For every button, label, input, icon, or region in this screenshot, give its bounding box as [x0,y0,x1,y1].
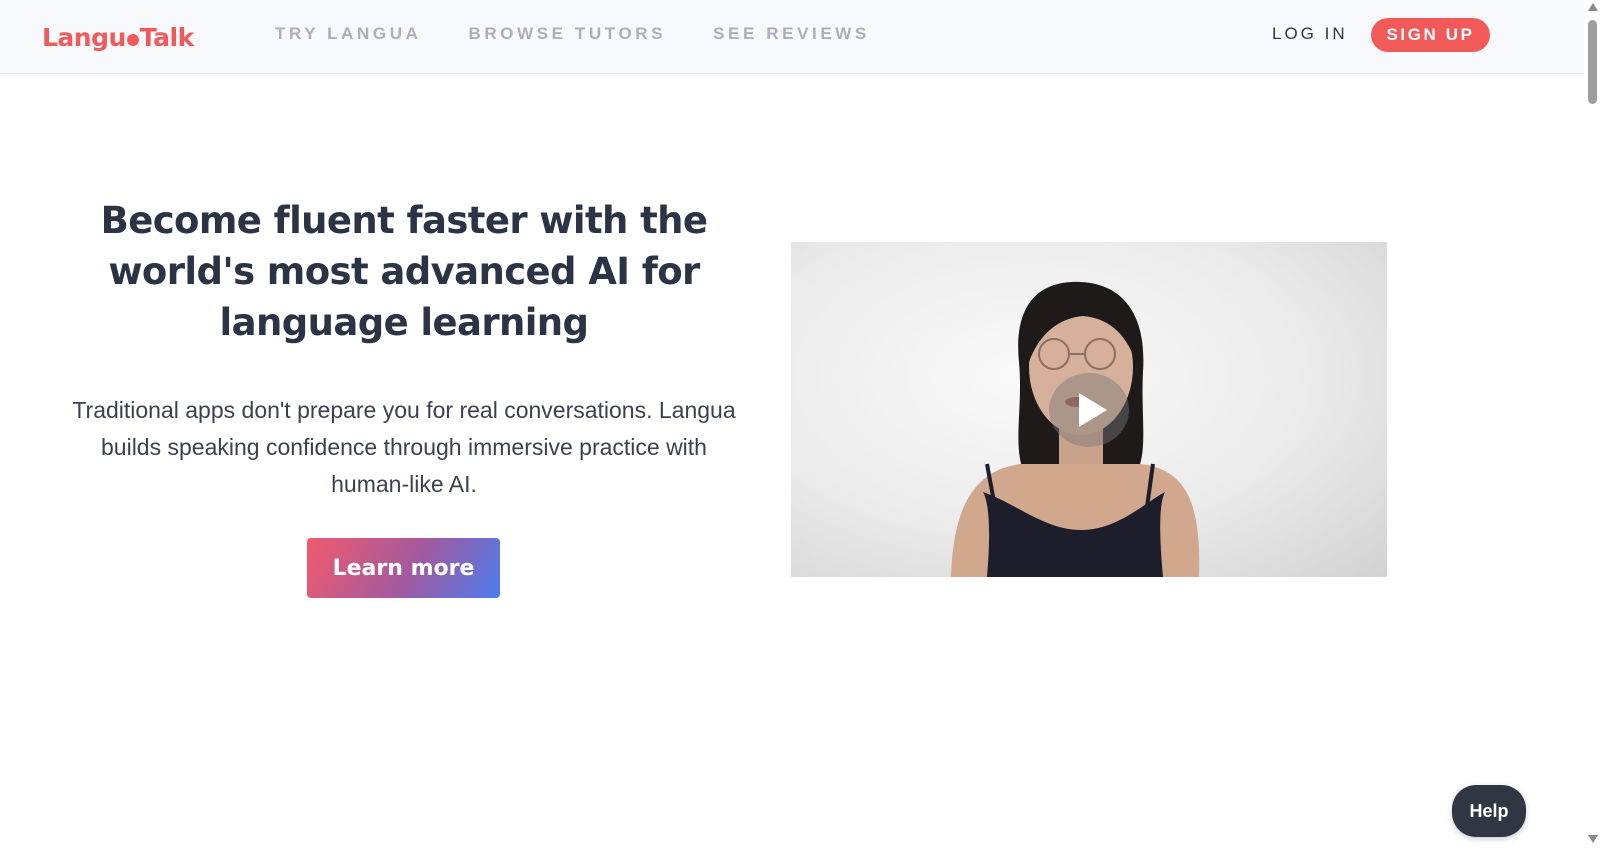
scroll-up-arrow-icon[interactable] [1588,3,1598,11]
help-button[interactable]: Help [1452,785,1526,837]
login-link[interactable]: LOG IN [1272,24,1348,44]
page-scrollbar[interactable] [1584,0,1602,863]
top-navbar: Langu Talk TRY LANGUA BROWSE TUTORS SEE … [0,0,1584,74]
scroll-thumb[interactable] [1588,20,1597,104]
scroll-down-arrow-icon[interactable] [1588,835,1598,843]
page: Langu Talk TRY LANGUA BROWSE TUTORS SEE … [0,0,1602,863]
logo-text-left: Langu [42,22,126,52]
hero-title: Become fluent faster with the world's mo… [100,199,708,344]
brand-logo[interactable]: Langu Talk [42,17,194,57]
hero-subtitle: Traditional apps don't prepare you for r… [72,397,736,497]
logo-text-right: Talk [139,22,194,52]
play-icon [1079,393,1107,427]
play-button[interactable] [1049,373,1129,447]
hero-section: Become fluent faster with the world's mo… [60,195,748,503]
primary-nav: TRY LANGUA BROWSE TUTORS SEE REVIEWS [275,24,870,44]
nav-link-browse-tutors[interactable]: BROWSE TUTORS [469,24,667,44]
learn-more-button[interactable]: Learn more [307,538,500,598]
hero-video[interactable] [791,242,1387,577]
signup-button[interactable]: SIGN UP [1371,18,1490,52]
logo-dot-icon [126,34,139,46]
nav-link-try-langua[interactable]: TRY LANGUA [275,24,422,44]
nav-link-see-reviews[interactable]: SEE REVIEWS [713,24,870,44]
